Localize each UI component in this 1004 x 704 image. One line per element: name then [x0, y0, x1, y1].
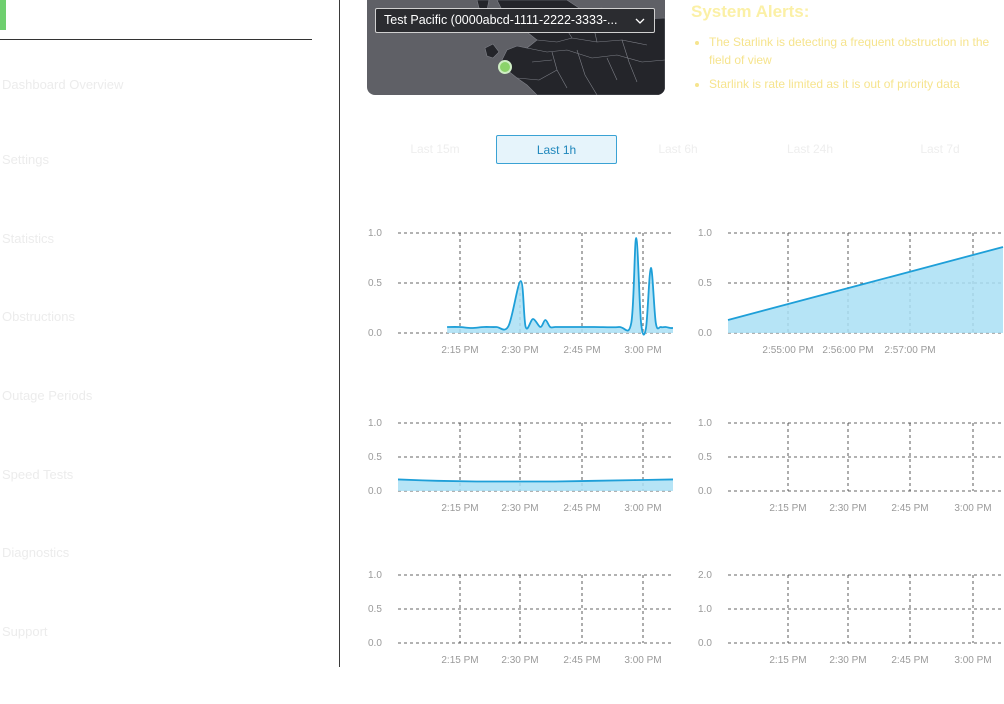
- chart-3: 0.0 0.5 1.0 2:15 PM 2:30 PM 2:45 PM 3:00 PM: [360, 412, 680, 552]
- series-area: [728, 247, 1003, 333]
- y-tick-label: 0.5: [698, 278, 712, 289]
- y-tick-label: 1.0: [368, 418, 382, 429]
- range-button-7d[interactable]: Last 7d: [885, 135, 995, 164]
- chevron-down-icon: [635, 18, 645, 24]
- y-tick-label: 1.0: [698, 418, 712, 429]
- chart-svg: 0.0 0.5 1.0 2:15 PM 2:30 PM 2:45 PM 3:00 PM: [368, 570, 673, 666]
- x-tick-label: 2:30 PM: [501, 655, 538, 666]
- y-tick-label: 0.5: [368, 604, 382, 615]
- y-tick-label: 1.0: [368, 570, 382, 581]
- range-button-15m[interactable]: Last 15m: [380, 135, 490, 164]
- x-tick-label: 2:45 PM: [891, 655, 928, 666]
- x-tick-label: 2:15 PM: [441, 503, 478, 514]
- device-select[interactable]: Test Pacific (0000abcd-1111-2222-3333-..…: [375, 8, 655, 33]
- chart-4: 0.0 0.5 1.0 2:15 PM 2:30 PM 2:45 PM 3:00 PM: [690, 412, 1004, 552]
- x-tick-label: 2:45 PM: [563, 655, 600, 666]
- chart-1: 0.0 0.5 1.0 2:15 PM 2:30 PM 2:45 PM 3:00 PM: [360, 222, 680, 362]
- location-marker-icon[interactable]: [498, 60, 512, 74]
- location-map[interactable]: Test Pacific (0000abcd-1111-2222-3333-..…: [367, 0, 665, 95]
- sidebar-item-statistics[interactable]: Statistics: [2, 231, 54, 246]
- chart-6: 0.0 1.0 2.0 2:15 PM 2:30 PM 2:45 PM 3:00 PM: [690, 564, 1004, 704]
- sidebar-item-diagnostics[interactable]: Diagnostics: [2, 545, 69, 560]
- chart-svg: 0.0 0.5 1.0 2:55:00 PM 2:56:00 PM 2:57:00 PM: [698, 228, 1004, 356]
- y-tick-label: 1.0: [698, 604, 712, 615]
- device-select-value: Test Pacific (0000abcd-1111-2222-3333-..…: [384, 13, 618, 27]
- x-tick-label: 2:15 PM: [441, 655, 478, 666]
- chart-svg: 0.0 0.5 1.0 2:15 PM 2:30 PM 2:45 PM 3:00 PM: [368, 228, 674, 356]
- active-indicator: [0, 0, 6, 30]
- x-tick-label: 2:45 PM: [563, 503, 600, 514]
- alerts-list: The Starlink is detecting a frequent obs…: [691, 33, 1004, 93]
- x-tick-label: 2:30 PM: [501, 503, 538, 514]
- y-tick-label: 0.0: [368, 638, 382, 649]
- chart-2: 0.0 0.5 1.0 2:55:00 PM 2:56:00 PM 2:57:00 PM: [690, 222, 1004, 362]
- range-button-24h[interactable]: Last 24h: [755, 135, 865, 164]
- sidebar-item-outages[interactable]: Outage Periods: [2, 388, 92, 403]
- y-tick-label: 0.5: [368, 452, 382, 463]
- y-tick-label: 0.0: [698, 486, 712, 497]
- chart-svg: 0.0 0.5 1.0 2:15 PM 2:30 PM 2:45 PM 3:00 PM: [368, 418, 674, 514]
- sidebar-item-obstructions[interactable]: Obstructions: [2, 309, 75, 324]
- y-tick-label: 0.5: [698, 452, 712, 463]
- y-tick-label: 0.5: [368, 278, 382, 289]
- x-tick-label: 3:00 PM: [624, 503, 661, 514]
- range-button-1h[interactable]: Last 1h: [496, 135, 617, 164]
- alert-item: Starlink is rate limited as it is out of…: [709, 75, 1004, 93]
- range-button-6h[interactable]: Last 6h: [623, 135, 733, 164]
- sidebar-item-settings[interactable]: Settings: [2, 152, 49, 167]
- system-alerts: System Alerts: The Starlink is detecting…: [691, 2, 1004, 99]
- y-tick-label: 1.0: [698, 228, 712, 239]
- x-tick-label: 2:30 PM: [501, 345, 538, 356]
- y-tick-label: 0.0: [368, 328, 382, 339]
- x-tick-label: 3:00 PM: [624, 345, 661, 356]
- chart-5: 0.0 0.5 1.0 2:15 PM 2:30 PM 2:45 PM 3:00 PM: [360, 564, 680, 704]
- x-tick-label: 2:56:00 PM: [822, 345, 873, 356]
- y-tick-label: 0.0: [698, 328, 712, 339]
- alert-item: The Starlink is detecting a frequent obs…: [709, 33, 1004, 69]
- chart-svg: 0.0 0.5 1.0 2:15 PM 2:30 PM 2:45 PM 3:00 PM: [698, 418, 1003, 514]
- x-tick-label: 2:55:00 PM: [762, 345, 813, 356]
- x-tick-label: 2:15 PM: [441, 345, 478, 356]
- y-tick-label: 2.0: [698, 570, 712, 581]
- x-tick-label: 3:00 PM: [954, 503, 991, 514]
- x-tick-label: 3:00 PM: [624, 655, 661, 666]
- y-tick-label: 1.0: [368, 228, 382, 239]
- x-tick-label: 2:15 PM: [769, 503, 806, 514]
- x-tick-label: 2:45 PM: [563, 345, 600, 356]
- y-tick-label: 0.0: [698, 638, 712, 649]
- sidebar-divider: [0, 39, 312, 40]
- y-tick-label: 0.0: [368, 486, 382, 497]
- x-tick-label: 3:00 PM: [954, 655, 991, 666]
- sidebar: Dashboard Overview Settings Statistics O…: [0, 0, 340, 667]
- alerts-title: System Alerts:: [691, 2, 810, 21]
- x-tick-label: 2:57:00 PM: [884, 345, 935, 356]
- x-tick-label: 2:30 PM: [829, 503, 866, 514]
- sidebar-item-overview[interactable]: Dashboard Overview: [2, 77, 123, 92]
- chart-svg: 0.0 1.0 2.0 2:15 PM 2:30 PM 2:45 PM 3:00 PM: [698, 570, 1003, 666]
- sidebar-item-speed-tests[interactable]: Speed Tests: [2, 467, 73, 482]
- x-tick-label: 2:30 PM: [829, 655, 866, 666]
- x-tick-label: 2:45 PM: [891, 503, 928, 514]
- sidebar-item-support[interactable]: Support: [2, 624, 48, 639]
- x-tick-label: 2:15 PM: [769, 655, 806, 666]
